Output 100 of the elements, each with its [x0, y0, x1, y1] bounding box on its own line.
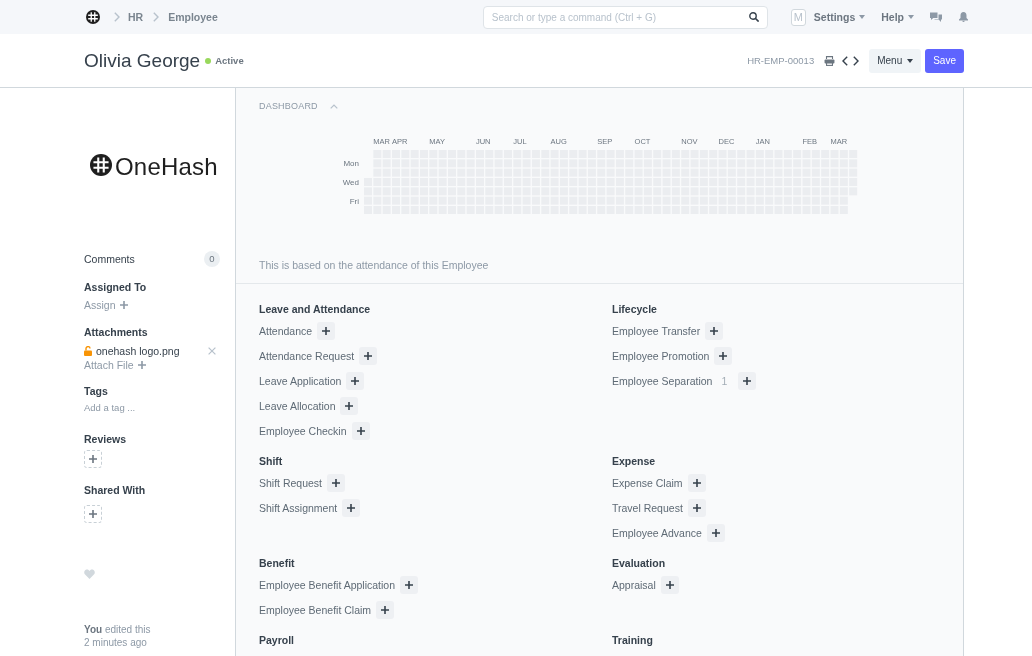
link-count: 1 [721, 374, 728, 389]
breadcrumb-link[interactable]: HR [128, 10, 144, 24]
lock-icon [84, 346, 92, 356]
navbar-dropdown[interactable]: Help [881, 10, 914, 24]
print-icon[interactable] [824, 55, 836, 66]
add-button[interactable] [687, 474, 706, 493]
plus-icon [351, 377, 360, 386]
add-button[interactable] [687, 499, 706, 518]
link-item[interactable]: Attendance [259, 324, 313, 339]
chevron-left-icon[interactable] [842, 55, 849, 66]
plus-icon [119, 301, 128, 309]
caret-icon [907, 58, 914, 63]
plus-icon [322, 327, 331, 336]
logo-icon[interactable] [86, 10, 100, 24]
plus-icon [719, 352, 728, 361]
section-label: Tags [84, 384, 109, 398]
share-button[interactable] [84, 505, 102, 523]
add-button[interactable] [340, 397, 359, 416]
logo-icon [90, 154, 112, 176]
chat-icon[interactable] [930, 12, 942, 22]
group-heading: Payroll [259, 633, 296, 648]
plus-icon [137, 361, 146, 369]
plus-icon [405, 581, 413, 590]
add-button[interactable] [738, 372, 757, 391]
bell-icon[interactable] [959, 12, 968, 22]
plus-icon [364, 352, 373, 361]
dashboard-note: This is based on the attendance of this Employee [259, 258, 490, 273]
weekday-label: Fri [349, 196, 359, 206]
add-button[interactable] [400, 576, 418, 595]
group-heading: Evaluation [612, 556, 667, 571]
section-label: Shared With [84, 483, 147, 497]
add-review-button[interactable] [84, 450, 102, 468]
weekday-label: Wed [342, 178, 359, 187]
chevron-right-icon [153, 12, 160, 22]
group-heading: Expense [612, 454, 657, 469]
group-heading: Shift [259, 454, 284, 469]
caret-icon [859, 15, 866, 19]
plus-icon [332, 479, 341, 488]
group-heading: Training [612, 633, 654, 648]
document-id: HR-EMP-00013 [747, 53, 815, 68]
link-item[interactable]: Employee Transfer [612, 324, 701, 339]
plus-icon [381, 606, 390, 615]
chevron-right-icon[interactable] [853, 55, 860, 66]
group-heading: Lifecycle [612, 302, 658, 317]
link-item[interactable]: Leave Application [259, 374, 342, 389]
plus-icon [665, 581, 674, 590]
link-item[interactable]: Shift Assignment [259, 501, 338, 516]
plus-icon [692, 479, 701, 488]
link-item[interactable]: Travel Request [612, 501, 683, 516]
breadcrumb-link[interactable]: Employee [168, 10, 218, 24]
logo-text: OneHash [115, 154, 218, 180]
link-item[interactable]: Leave Allocation [259, 399, 336, 414]
navbar-dropdown[interactable]: Settings [813, 10, 866, 24]
add-button[interactable] [317, 322, 336, 341]
link-item[interactable]: Expense Claim [612, 476, 683, 491]
add-button[interactable] [351, 422, 370, 441]
group-heading: Benefit [259, 556, 296, 571]
plus-icon [347, 504, 356, 513]
add-button[interactable] [359, 347, 378, 366]
link-item[interactable]: Shift Request [259, 476, 323, 491]
add-tag-link[interactable]: Add a tag ... [84, 402, 136, 413]
add-link[interactable]: Attach File [84, 358, 146, 372]
add-button[interactable] [706, 524, 725, 543]
file-link[interactable]: onehash logo.png [96, 344, 180, 358]
plus-icon [710, 327, 719, 336]
save-button[interactable]: Save [925, 48, 964, 73]
page-title: Olivia George [84, 48, 201, 73]
plus-icon [356, 427, 365, 436]
group-heading: Leave and Attendance [259, 302, 372, 317]
plus-icon [692, 504, 701, 513]
link-item[interactable]: Employee Promotion [612, 349, 710, 364]
link-item[interactable]: Employee Advance [612, 526, 702, 541]
link-item[interactable]: Employee Checkin [259, 424, 347, 439]
search-icon[interactable] [748, 11, 759, 22]
comments-label: Comments [84, 252, 135, 266]
link-item[interactable]: Employee Benefit Claim [259, 603, 372, 618]
add-button[interactable] [660, 576, 679, 595]
add-button[interactable] [376, 601, 395, 620]
link-item[interactable]: Appraisal [612, 578, 656, 593]
add-button[interactable] [705, 322, 724, 341]
section-title: DASHBOARD [259, 100, 318, 113]
add-button[interactable] [342, 499, 361, 518]
add-link[interactable]: Assign [84, 298, 128, 312]
activity-time: 2 minutes ago [84, 636, 148, 649]
activity-text: You edited this [84, 623, 152, 636]
add-button[interactable] [714, 347, 733, 366]
add-button[interactable] [327, 474, 346, 493]
plus-icon [89, 510, 97, 518]
link-item[interactable]: Employee Separation [612, 374, 713, 389]
add-button[interactable] [346, 372, 365, 391]
plus-icon [711, 529, 720, 538]
plus-icon [89, 455, 97, 463]
section-label: Attachments [84, 325, 149, 339]
plus-icon [345, 402, 354, 411]
link-item[interactable]: Attendance Request [259, 349, 355, 364]
chevron-right-icon [114, 12, 120, 22]
menu-button[interactable]: Menu [869, 48, 922, 73]
caret-icon [908, 15, 914, 19]
search-field[interactable]: Search or type a command (Ctrl + G) [482, 5, 768, 29]
link-item[interactable]: Employee Benefit Application [259, 578, 395, 593]
